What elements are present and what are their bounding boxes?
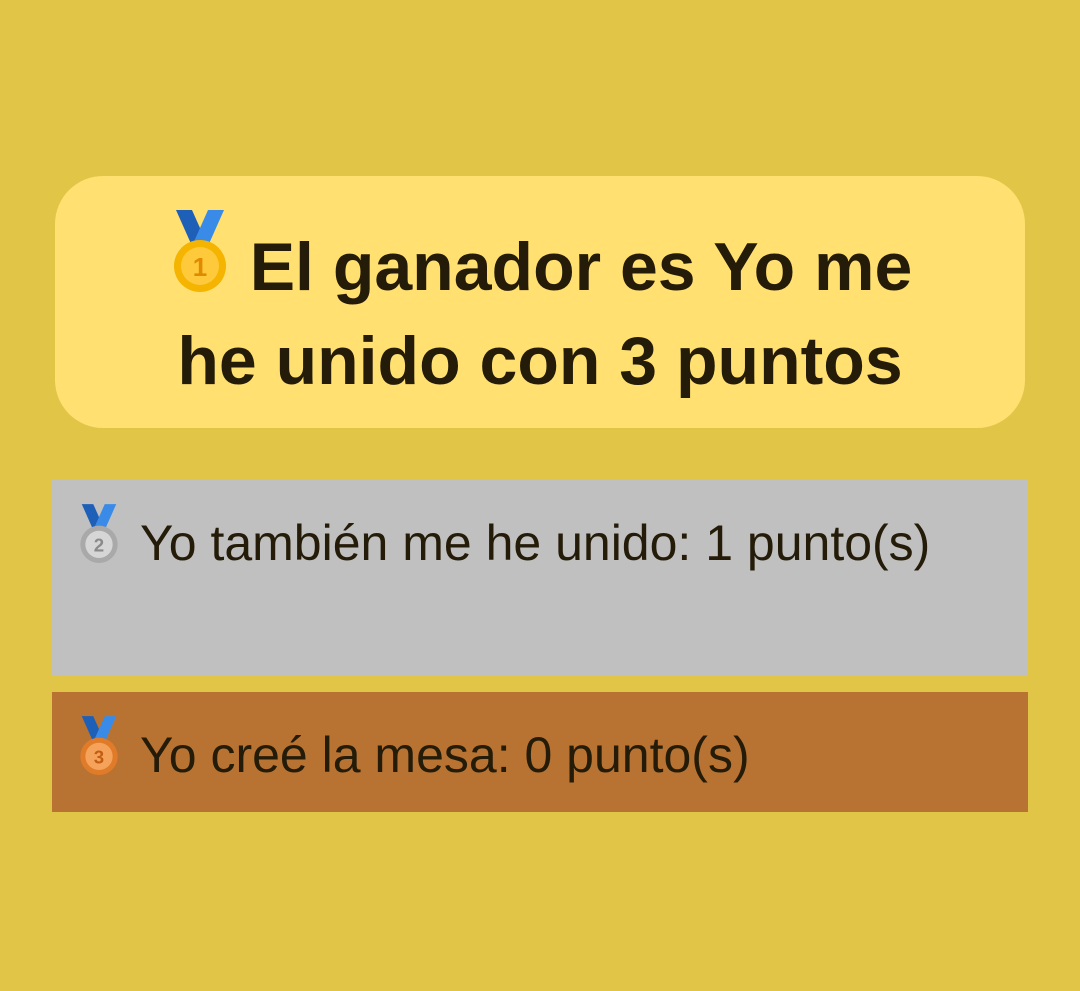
ranking-row-second: 2 Yo también me he unido: 1 punto(s) [52,480,1028,676]
svg-text:2: 2 [94,535,104,556]
third-place-medal-icon: 3 [76,716,122,778]
second-place-medal-icon: 2 [76,504,122,566]
winner-card: 1 El ganador es Yo me he unido con 3 pun… [55,176,1025,428]
svg-text:3: 3 [94,747,104,768]
ranking-label-second: Yo también me he unido: 1 punto(s) [140,515,931,571]
winner-text-block: 1 El ganador es Yo me he unido con 3 pun… [135,210,945,408]
ranking-row-third: 3 Yo creé la mesa: 0 punto(s) [52,692,1028,812]
winner-label: El ganador es Yo me he unido con 3 punto… [177,229,913,399]
svg-text:1: 1 [192,252,206,282]
first-place-medal-icon: 1 [168,210,232,296]
ranking-label-third: Yo creé la mesa: 0 punto(s) [140,727,750,783]
